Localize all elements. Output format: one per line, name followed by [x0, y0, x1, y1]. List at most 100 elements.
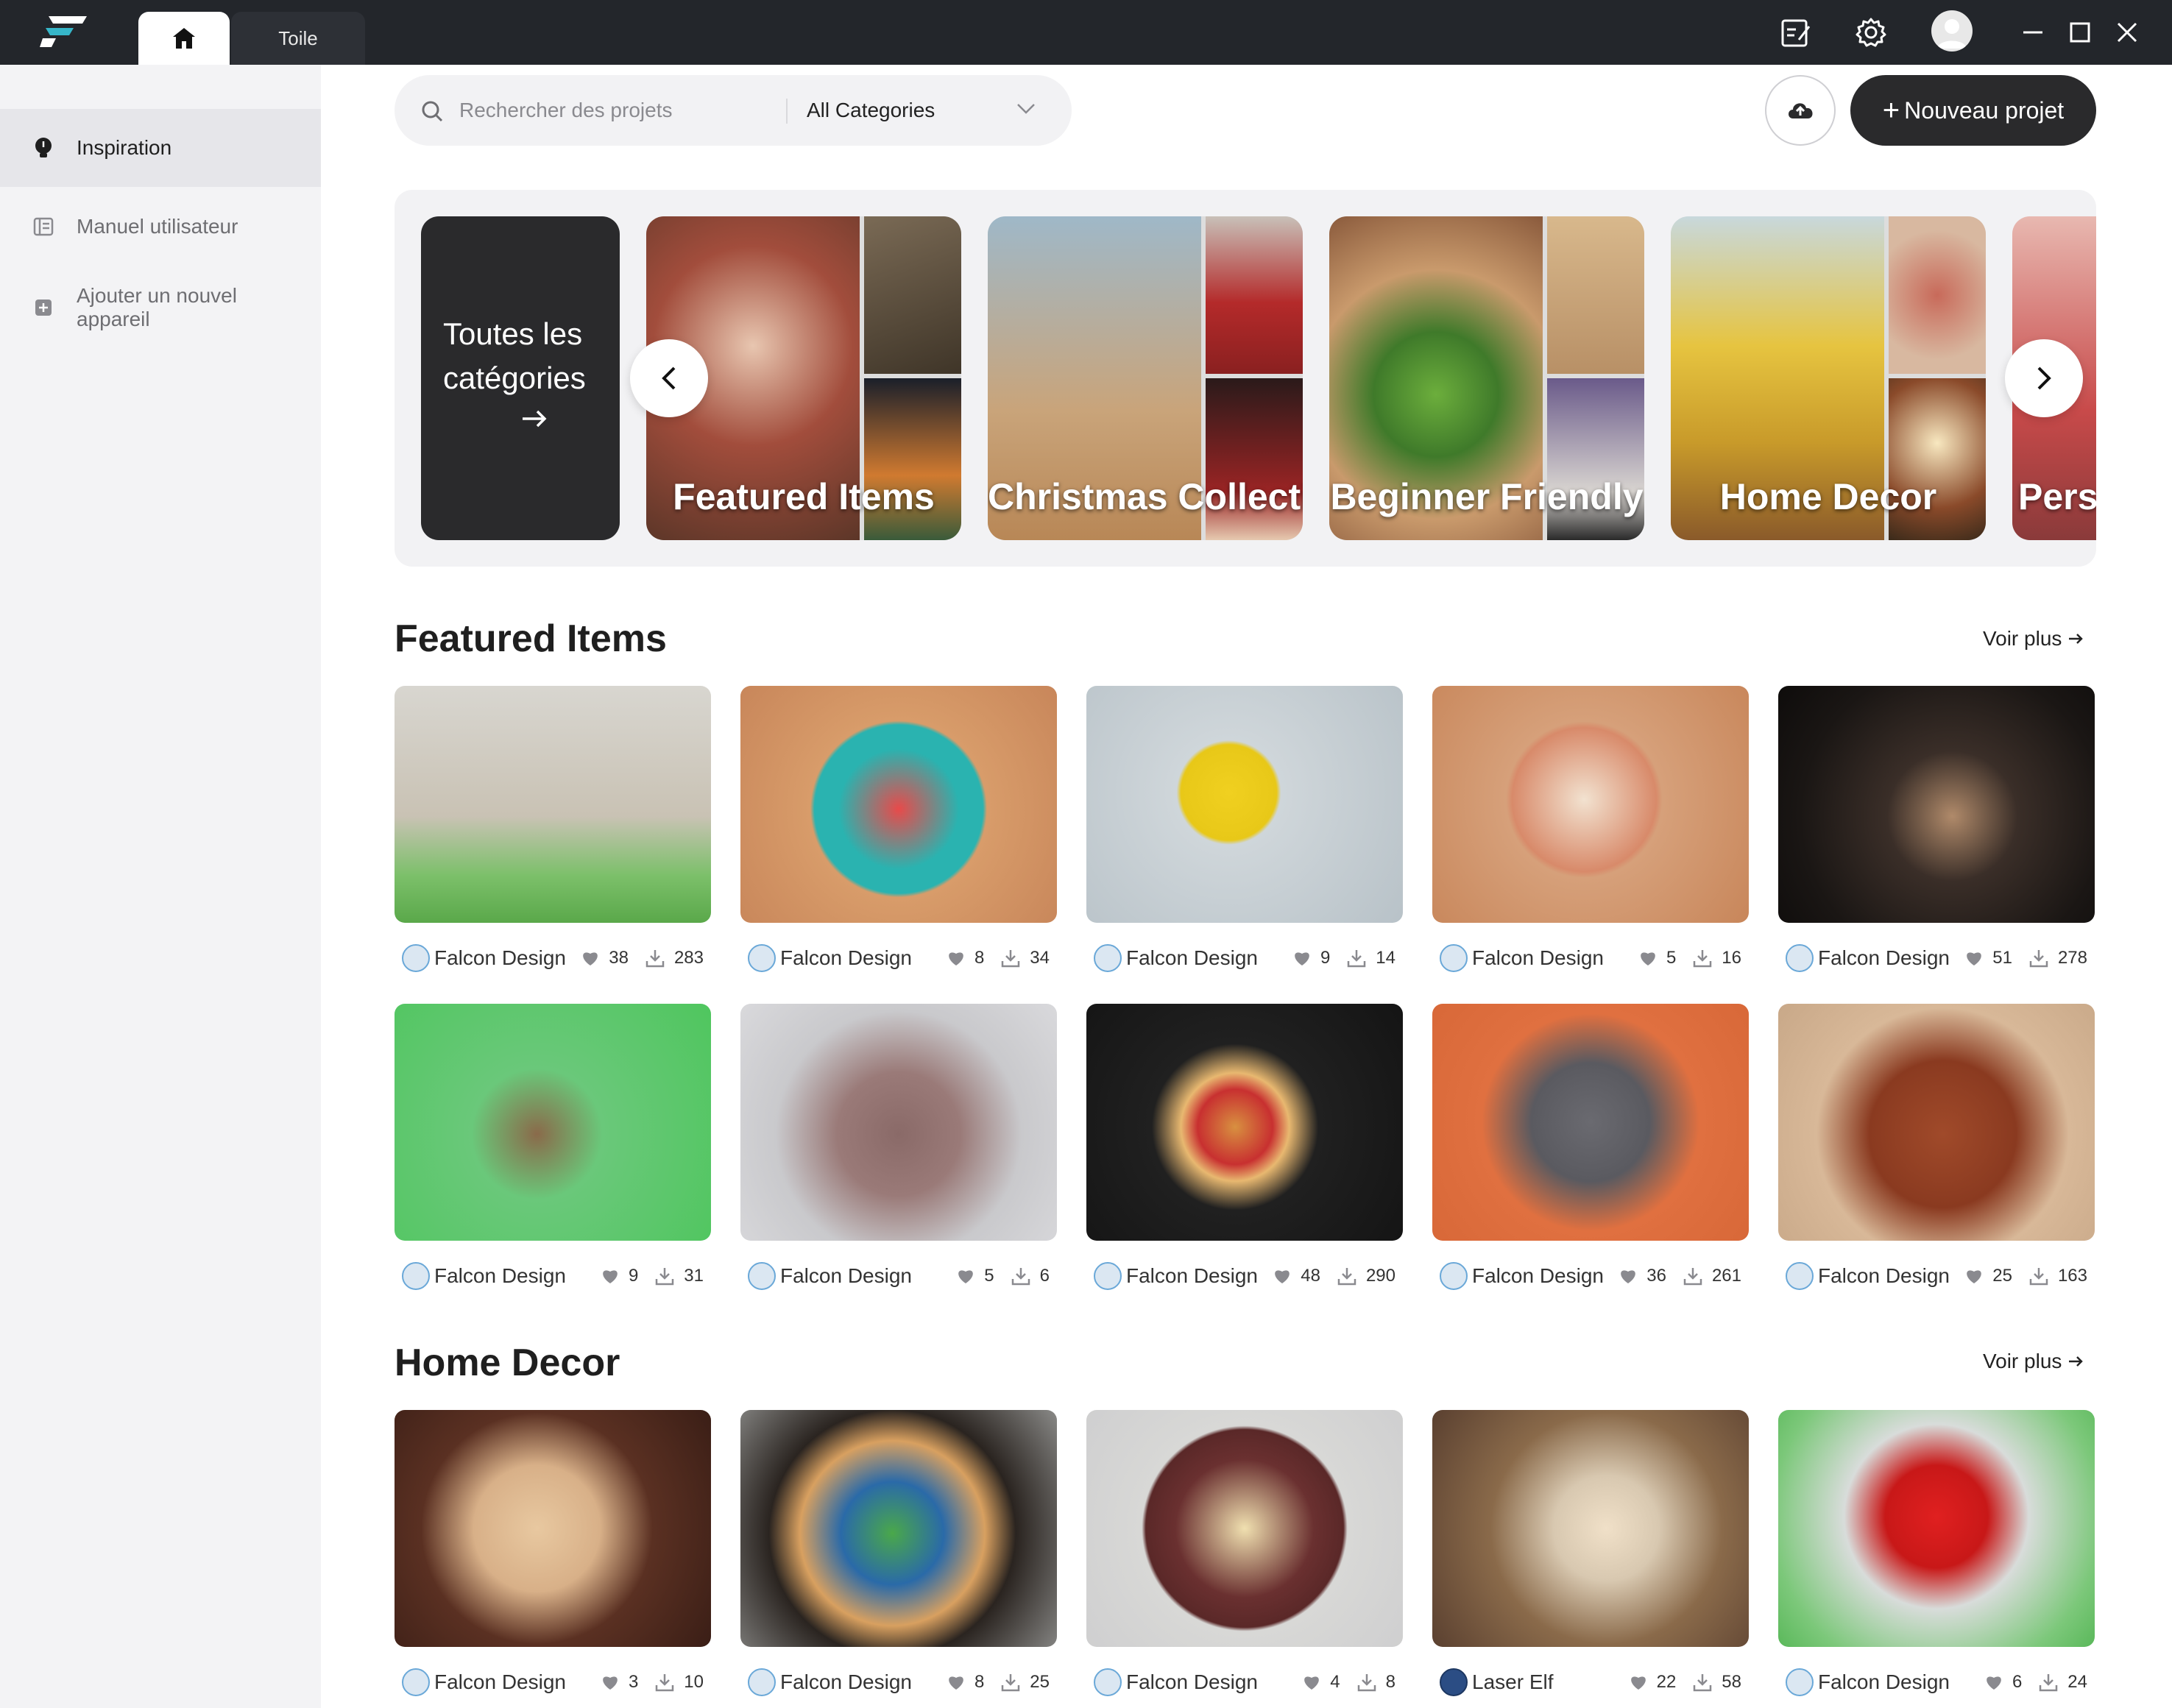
project-thumbnail[interactable]	[740, 1410, 1057, 1647]
author-name[interactable]: Falcon Design	[434, 946, 566, 970]
author-name[interactable]: Falcon Design	[780, 1264, 912, 1288]
project-card[interactable]: Falcon Design 5 16	[1432, 686, 1749, 972]
sidebar-item-add-device[interactable]: Ajouter un nouvel appareil	[0, 269, 321, 346]
project-card[interactable]: Falcon Design 9 14	[1086, 686, 1403, 972]
carousel-next-button[interactable]	[2005, 339, 2083, 417]
heart-icon[interactable]	[581, 949, 600, 967]
heart-icon[interactable]	[1984, 1673, 2003, 1691]
category-select[interactable]: All Categories	[807, 94, 1050, 127]
new-project-button[interactable]: + Nouveau projet	[1850, 75, 2096, 146]
carousel-prev-button[interactable]	[630, 339, 708, 417]
project-card[interactable]: Falcon Design 25 163	[1778, 1004, 2095, 1290]
download-icon[interactable]	[2028, 948, 2049, 968]
project-card[interactable]: Falcon Design 3 10	[395, 1410, 711, 1696]
heart-icon[interactable]	[601, 1673, 620, 1691]
edit-notes-button[interactable]	[1774, 10, 1818, 54]
see-more-home-decor-link[interactable]: Voir plus	[1983, 1350, 2084, 1373]
maximize-button[interactable]	[2058, 10, 2102, 54]
heart-icon[interactable]	[1292, 949, 1312, 967]
download-icon[interactable]	[654, 1672, 675, 1693]
author-avatar[interactable]	[1094, 1668, 1122, 1696]
author-name[interactable]: Falcon Design	[434, 1264, 566, 1288]
sidebar-item-manual[interactable]: Manuel utilisateur	[0, 194, 321, 259]
author-name[interactable]: Falcon Design	[1818, 1670, 1950, 1694]
project-card[interactable]: Falcon Design 36 261	[1432, 1004, 1749, 1290]
download-icon[interactable]	[1346, 948, 1367, 968]
project-thumbnail[interactable]	[395, 686, 711, 923]
heart-icon[interactable]	[1638, 949, 1658, 967]
download-icon[interactable]	[1692, 948, 1713, 968]
project-thumbnail[interactable]	[1086, 686, 1403, 923]
project-card[interactable]: Laser Elf 22 58	[1432, 1410, 1749, 1696]
author-avatar[interactable]	[1440, 944, 1468, 972]
project-thumbnail[interactable]	[1432, 1410, 1749, 1647]
project-card[interactable]: Falcon Design 6 24	[1778, 1410, 2095, 1696]
heart-icon[interactable]	[1619, 1267, 1638, 1285]
download-icon[interactable]	[2028, 1266, 2049, 1286]
project-thumbnail[interactable]	[1778, 686, 2095, 923]
download-icon[interactable]	[1683, 1266, 1703, 1286]
download-icon[interactable]	[2038, 1672, 2059, 1693]
heart-icon[interactable]	[1302, 1673, 1321, 1691]
author-avatar[interactable]	[1786, 944, 1814, 972]
tab-home[interactable]	[138, 12, 230, 65]
author-name[interactable]: Falcon Design	[1126, 1670, 1258, 1694]
project-card[interactable]: Falcon Design 38 283	[395, 686, 711, 972]
author-name[interactable]: Falcon Design	[780, 946, 912, 970]
heart-icon[interactable]	[1629, 1673, 1648, 1691]
project-thumbnail[interactable]	[1086, 1004, 1403, 1241]
category-card-christmas[interactable]: Christmas Collection	[988, 216, 1303, 540]
author-avatar[interactable]	[1094, 944, 1122, 972]
chevron-down-icon[interactable]	[1016, 102, 1036, 116]
see-more-featured-link[interactable]: Voir plus	[1983, 627, 2084, 651]
author-avatar[interactable]	[1440, 1668, 1468, 1696]
author-avatar[interactable]	[748, 1262, 776, 1290]
heart-icon[interactable]	[956, 1267, 975, 1285]
author-name[interactable]: Falcon Design	[1472, 1264, 1604, 1288]
project-thumbnail[interactable]	[395, 1004, 711, 1241]
author-avatar[interactable]	[748, 1668, 776, 1696]
author-name[interactable]: Falcon Design	[780, 1670, 912, 1694]
download-icon[interactable]	[1011, 1266, 1031, 1286]
settings-button[interactable]	[1849, 10, 1893, 54]
author-name[interactable]: Falcon Design	[1818, 946, 1950, 970]
download-icon[interactable]	[1692, 1672, 1713, 1693]
project-thumbnail[interactable]	[395, 1410, 711, 1647]
heart-icon[interactable]	[947, 949, 966, 967]
author-avatar[interactable]	[1094, 1262, 1122, 1290]
project-card[interactable]: Falcon Design 8 34	[740, 686, 1057, 972]
project-thumbnail[interactable]	[1086, 1410, 1403, 1647]
download-icon[interactable]	[1337, 1266, 1357, 1286]
download-icon[interactable]	[654, 1266, 675, 1286]
heart-icon[interactable]	[1964, 949, 1984, 967]
author-avatar[interactable]	[402, 1262, 430, 1290]
author-avatar[interactable]	[1440, 1262, 1468, 1290]
tab-canvas[interactable]: Toile	[231, 12, 365, 65]
author-name[interactable]: Falcon Design	[434, 1670, 566, 1694]
author-avatar[interactable]	[402, 1668, 430, 1696]
project-card[interactable]: Falcon Design 8 25	[740, 1410, 1057, 1696]
all-categories-card[interactable]: Toutes les catégories	[421, 216, 620, 540]
author-name[interactable]: Laser Elf	[1472, 1670, 1554, 1694]
author-avatar[interactable]	[748, 944, 776, 972]
project-card[interactable]: Falcon Design 4 8	[1086, 1410, 1403, 1696]
project-card[interactable]: Falcon Design 48 290	[1086, 1004, 1403, 1290]
sidebar-item-inspiration[interactable]: Inspiration	[0, 109, 321, 187]
heart-icon[interactable]	[947, 1673, 966, 1691]
category-card-beginner[interactable]: Beginner Friendly	[1329, 216, 1644, 540]
project-thumbnail[interactable]	[740, 1004, 1057, 1241]
author-name[interactable]: Falcon Design	[1818, 1264, 1950, 1288]
minimize-button[interactable]	[2011, 10, 2055, 54]
download-icon[interactable]	[1000, 948, 1021, 968]
download-icon[interactable]	[1000, 1672, 1021, 1693]
search-input[interactable]	[459, 96, 783, 125]
category-card-home-decor[interactable]: Home Decor	[1671, 216, 1986, 540]
author-name[interactable]: Falcon Design	[1126, 946, 1258, 970]
project-thumbnail[interactable]	[1432, 1004, 1749, 1241]
project-card[interactable]: Falcon Design 51 278	[1778, 686, 2095, 972]
author-avatar[interactable]	[1786, 1262, 1814, 1290]
heart-icon[interactable]	[601, 1267, 620, 1285]
project-thumbnail[interactable]	[740, 686, 1057, 923]
author-name[interactable]: Falcon Design	[1472, 946, 1604, 970]
download-icon[interactable]	[1356, 1672, 1377, 1693]
